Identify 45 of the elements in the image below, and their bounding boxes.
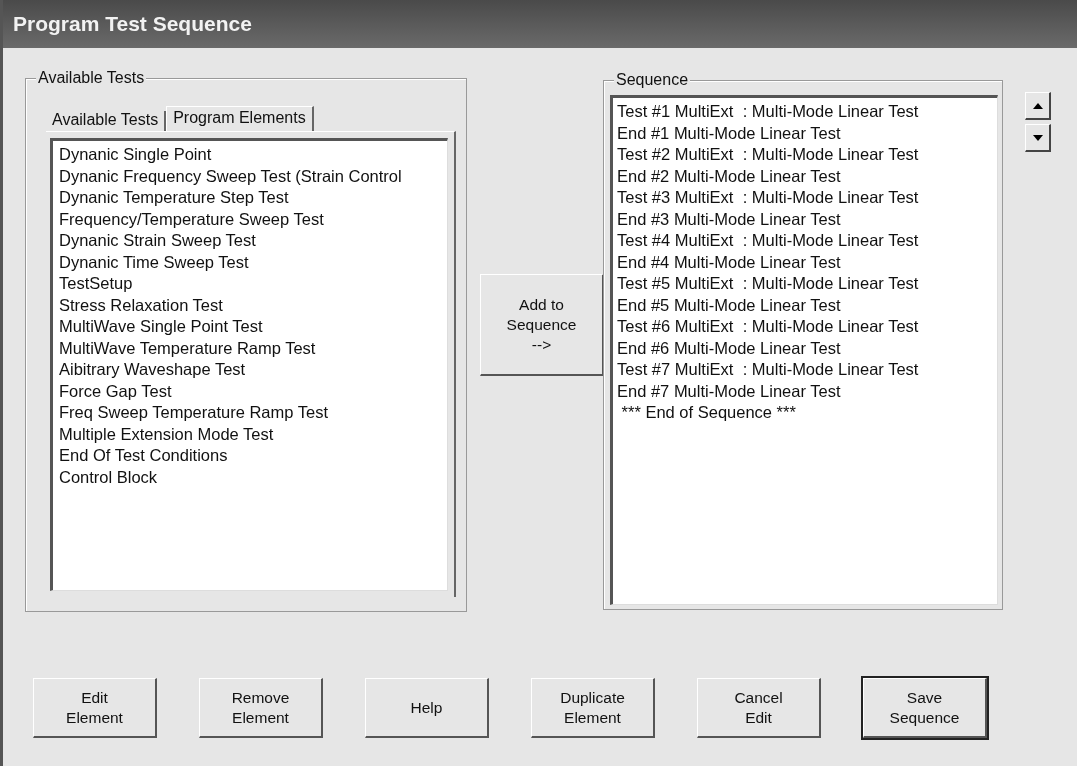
test-item[interactable]: Frequency/Temperature Sweep Test: [59, 208, 441, 230]
test-item[interactable]: Multiple Extension Mode Test: [59, 423, 441, 445]
window-title: Program Test Sequence: [13, 12, 252, 36]
dialog-button[interactable]: Edit Element: [33, 678, 157, 738]
dialog-button[interactable]: Help: [365, 678, 489, 738]
sequence-item[interactable]: Test #4 MultiExt : Multi-Mode Linear Test: [617, 230, 991, 252]
dialog-button[interactable]: Save Sequence: [863, 678, 987, 738]
sequence-item[interactable]: End #3 Multi-Mode Linear Test: [617, 208, 991, 230]
sequence-item[interactable]: *** End of Sequence ***: [617, 402, 991, 424]
test-item[interactable]: Stress Relaxation Test: [59, 294, 441, 316]
sequence-item[interactable]: End #1 Multi-Mode Linear Test: [617, 122, 991, 144]
test-item[interactable]: Dynanic Time Sweep Test: [59, 251, 441, 273]
move-up-button[interactable]: [1025, 92, 1051, 120]
move-down-button[interactable]: [1025, 124, 1051, 152]
group-label: Sequence: [614, 71, 691, 89]
test-item[interactable]: Dynanic Frequency Sweep Test (Strain Control: [59, 165, 441, 187]
sequence-item[interactable]: Test #7 MultiExt : Multi-Mode Linear Test: [617, 359, 991, 381]
sequence-item[interactable]: End #7 Multi-Mode Linear Test: [617, 380, 991, 402]
up-arrow-icon: [1032, 102, 1043, 109]
test-item[interactable]: TestSetup: [59, 273, 441, 295]
sequence-item[interactable]: Test #2 MultiExt : Multi-Mode Linear Test: [617, 144, 991, 166]
sequence-item[interactable]: End #6 Multi-Mode Linear Test: [617, 337, 991, 359]
test-item[interactable]: Dynanic Temperature Step Test: [59, 187, 441, 209]
sequence-item[interactable]: Test #6 MultiExt : Multi-Mode Linear Test: [617, 316, 991, 338]
down-arrow-icon: [1032, 134, 1043, 141]
sequence-item[interactable]: End #5 Multi-Mode Linear Test: [617, 294, 991, 316]
test-item[interactable]: Force Gap Test: [59, 380, 441, 402]
dialog-button[interactable]: Cancel Edit: [697, 678, 821, 738]
test-item[interactable]: MultiWave Temperature Ramp Test: [59, 337, 441, 359]
test-item[interactable]: End Of Test Conditions: [59, 445, 441, 467]
test-item[interactable]: Aibitrary Waveshape Test: [59, 359, 441, 381]
sequence-item[interactable]: Test #1 MultiExt : Multi-Mode Linear Test: [617, 101, 991, 123]
tab[interactable]: Program Elements: [166, 106, 314, 131]
test-item[interactable]: Dynanic Strain Sweep Test: [59, 230, 441, 252]
test-item[interactable]: Control Block: [59, 466, 441, 488]
test-item[interactable]: MultiWave Single Point Test: [59, 316, 441, 338]
test-item[interactable]: Freq Sweep Temperature Ramp Test: [59, 402, 441, 424]
sequence-item[interactable]: End #2 Multi-Mode Linear Test: [617, 165, 991, 187]
sequence-item[interactable]: Test #3 MultiExt : Multi-Mode Linear Test: [617, 187, 991, 209]
sequence-item[interactable]: Test #5 MultiExt : Multi-Mode Linear Test: [617, 273, 991, 295]
add-to-sequence-button[interactable]: Add to Sequence -->: [480, 274, 604, 376]
dialog-button[interactable]: Duplicate Element: [531, 678, 655, 738]
sequence-item[interactable]: End #4 Multi-Mode Linear Test: [617, 251, 991, 273]
test-item[interactable]: Dynanic Single Point: [59, 144, 441, 166]
dialog-button[interactable]: Remove Element: [199, 678, 323, 738]
